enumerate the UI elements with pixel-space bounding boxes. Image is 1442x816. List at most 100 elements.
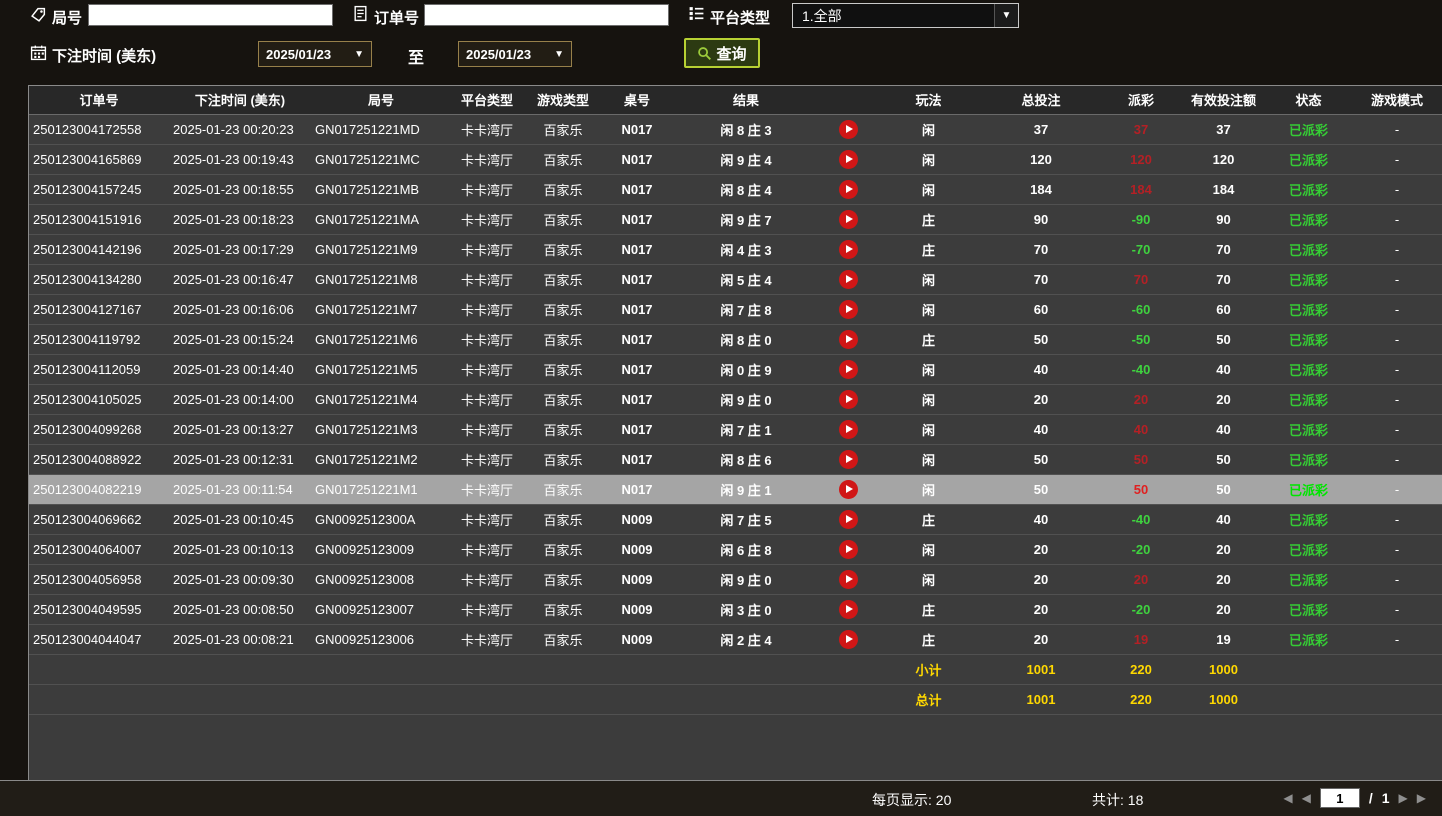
play-icon[interactable] — [839, 630, 858, 649]
cell-replay — [821, 294, 876, 324]
cell-game-mode: - — [1351, 264, 1442, 294]
table-row[interactable]: 2501230041197922025-01-23 00:15:24GN0172… — [29, 324, 1442, 354]
table-row[interactable]: 2501230041120592025-01-23 00:14:40GN0172… — [29, 354, 1442, 384]
play-icon[interactable] — [839, 180, 858, 199]
cell-game-type: 百家乐 — [523, 324, 603, 354]
cell-status: 已派彩 — [1266, 564, 1351, 594]
cell-result: 闲 5 庄 4 — [671, 264, 821, 294]
cell-order-number: 250123004044047 — [29, 624, 169, 654]
play-icon[interactable] — [839, 540, 858, 559]
table-row[interactable]: 2501230041342802025-01-23 00:16:47GN0172… — [29, 264, 1442, 294]
column-header — [821, 86, 876, 114]
cell-total-bet: 20 — [981, 384, 1101, 414]
cell-result: 闲 4 庄 3 — [671, 234, 821, 264]
search-button[interactable]: 查询 — [684, 38, 760, 68]
play-icon[interactable] — [839, 210, 858, 229]
document-icon — [352, 5, 369, 22]
cell-game-mode: - — [1351, 324, 1442, 354]
table-row[interactable]: 2501230041050252025-01-23 00:14:00GN0172… — [29, 384, 1442, 414]
cell-valid-bet: 40 — [1181, 504, 1266, 534]
order-number-input[interactable] — [424, 4, 669, 26]
cell-order-number: 250123004151916 — [29, 204, 169, 234]
table-row[interactable]: 2501230041271672025-01-23 00:16:06GN0172… — [29, 294, 1442, 324]
play-icon[interactable] — [839, 240, 858, 259]
date-to-picker[interactable]: 2025/01/23 ▼ — [458, 41, 572, 67]
last-page-icon[interactable]: ▶ — [1417, 791, 1426, 805]
play-icon[interactable] — [839, 120, 858, 139]
cell-result: 闲 8 庄 4 — [671, 174, 821, 204]
cell-bet-time: 2025-01-23 00:08:50 — [169, 594, 311, 624]
play-icon[interactable] — [839, 510, 858, 529]
table-row[interactable]: 2501230041519162025-01-23 00:18:23GN0172… — [29, 204, 1442, 234]
table-row[interactable]: 2501230041658692025-01-23 00:19:43GN0172… — [29, 144, 1442, 174]
cell-game-type: 百家乐 — [523, 114, 603, 144]
cell-payout: -20 — [1101, 534, 1181, 564]
cell-table-number: N017 — [603, 384, 671, 414]
table-row[interactable]: 2501230041725582025-01-23 00:20:23GN0172… — [29, 114, 1442, 144]
play-icon[interactable] — [839, 450, 858, 469]
table-row[interactable]: 2501230040440472025-01-23 00:08:21GN0092… — [29, 624, 1442, 654]
play-icon[interactable] — [839, 600, 858, 619]
column-header: 玩法 — [876, 86, 981, 114]
cell-payout: -20 — [1101, 594, 1181, 624]
cell-platform-type: 卡卡湾厅 — [451, 504, 523, 534]
summary-spacer — [1266, 654, 1442, 684]
table-row[interactable]: 2501230040569582025-01-23 00:09:30GN0092… — [29, 564, 1442, 594]
platform-type-select[interactable]: 1.全部 ▼ — [792, 3, 1019, 28]
table-row[interactable]: 2501230040992682025-01-23 00:13:27GN0172… — [29, 414, 1442, 444]
cell-valid-bet: 19 — [1181, 624, 1266, 654]
first-page-icon[interactable]: ◀ — [1283, 791, 1292, 805]
cell-round-number: GN017251221M5 — [311, 354, 451, 384]
cell-valid-bet: 50 — [1181, 444, 1266, 474]
cell-replay — [821, 624, 876, 654]
column-header: 下注时间 (美东) — [169, 86, 311, 114]
table-row[interactable]: 2501230040889222025-01-23 00:12:31GN0172… — [29, 444, 1442, 474]
play-icon[interactable] — [839, 480, 858, 499]
cell-total-bet: 50 — [981, 474, 1101, 504]
play-icon[interactable] — [839, 270, 858, 289]
cell-bet-time: 2025-01-23 00:10:45 — [169, 504, 311, 534]
cell-status: 已派彩 — [1266, 294, 1351, 324]
play-icon[interactable] — [839, 150, 858, 169]
page-number-input[interactable] — [1320, 788, 1360, 808]
cell-payout: -90 — [1101, 204, 1181, 234]
play-icon[interactable] — [839, 300, 858, 319]
next-page-icon[interactable]: ▶ — [1399, 791, 1408, 805]
cell-valid-bet: 120 — [1181, 144, 1266, 174]
table-row[interactable]: 2501230040822192025-01-23 00:11:54GN0172… — [29, 474, 1442, 504]
table-row[interactable]: 2501230041572452025-01-23 00:18:55GN0172… — [29, 174, 1442, 204]
cell-round-number: GN017251221M4 — [311, 384, 451, 414]
cell-table-number: N017 — [603, 114, 671, 144]
cell-game-type: 百家乐 — [523, 474, 603, 504]
table-row[interactable]: 2501230040696622025-01-23 00:10:45GN0092… — [29, 504, 1442, 534]
platform-type-value: 1.全部 — [802, 6, 842, 26]
magnifier-icon — [697, 46, 712, 61]
cell-replay — [821, 144, 876, 174]
cell-total-bet: 20 — [981, 534, 1101, 564]
table-row[interactable]: 2501230041421962025-01-23 00:17:29GN0172… — [29, 234, 1442, 264]
cell-table-number: N017 — [603, 354, 671, 384]
cell-round-number: GN017251221M6 — [311, 324, 451, 354]
play-icon[interactable] — [839, 330, 858, 349]
cell-payout: 19 — [1101, 624, 1181, 654]
cell-round-number: GN00925123008 — [311, 564, 451, 594]
bet-time-label: 下注时间 (美东) — [52, 45, 156, 66]
cell-status: 已派彩 — [1266, 354, 1351, 384]
cell-game-type: 百家乐 — [523, 204, 603, 234]
cell-platform-type: 卡卡湾厅 — [451, 384, 523, 414]
cell-replay — [821, 324, 876, 354]
cell-game-mode: - — [1351, 564, 1442, 594]
date-from-picker[interactable]: 2025/01/23 ▼ — [258, 41, 372, 67]
table-row[interactable]: 2501230040640072025-01-23 00:10:13GN0092… — [29, 534, 1442, 564]
cell-table-number: N009 — [603, 624, 671, 654]
prev-page-icon[interactable]: ◀ — [1302, 791, 1311, 805]
list-icon — [688, 5, 705, 22]
cell-game-mode: - — [1351, 204, 1442, 234]
round-number-input[interactable] — [88, 4, 333, 26]
play-icon[interactable] — [839, 360, 858, 379]
play-icon[interactable] — [839, 570, 858, 589]
play-icon[interactable] — [839, 420, 858, 439]
table-row[interactable]: 2501230040495952025-01-23 00:08:50GN0092… — [29, 594, 1442, 624]
cell-play-type: 闲 — [876, 174, 981, 204]
play-icon[interactable] — [839, 390, 858, 409]
